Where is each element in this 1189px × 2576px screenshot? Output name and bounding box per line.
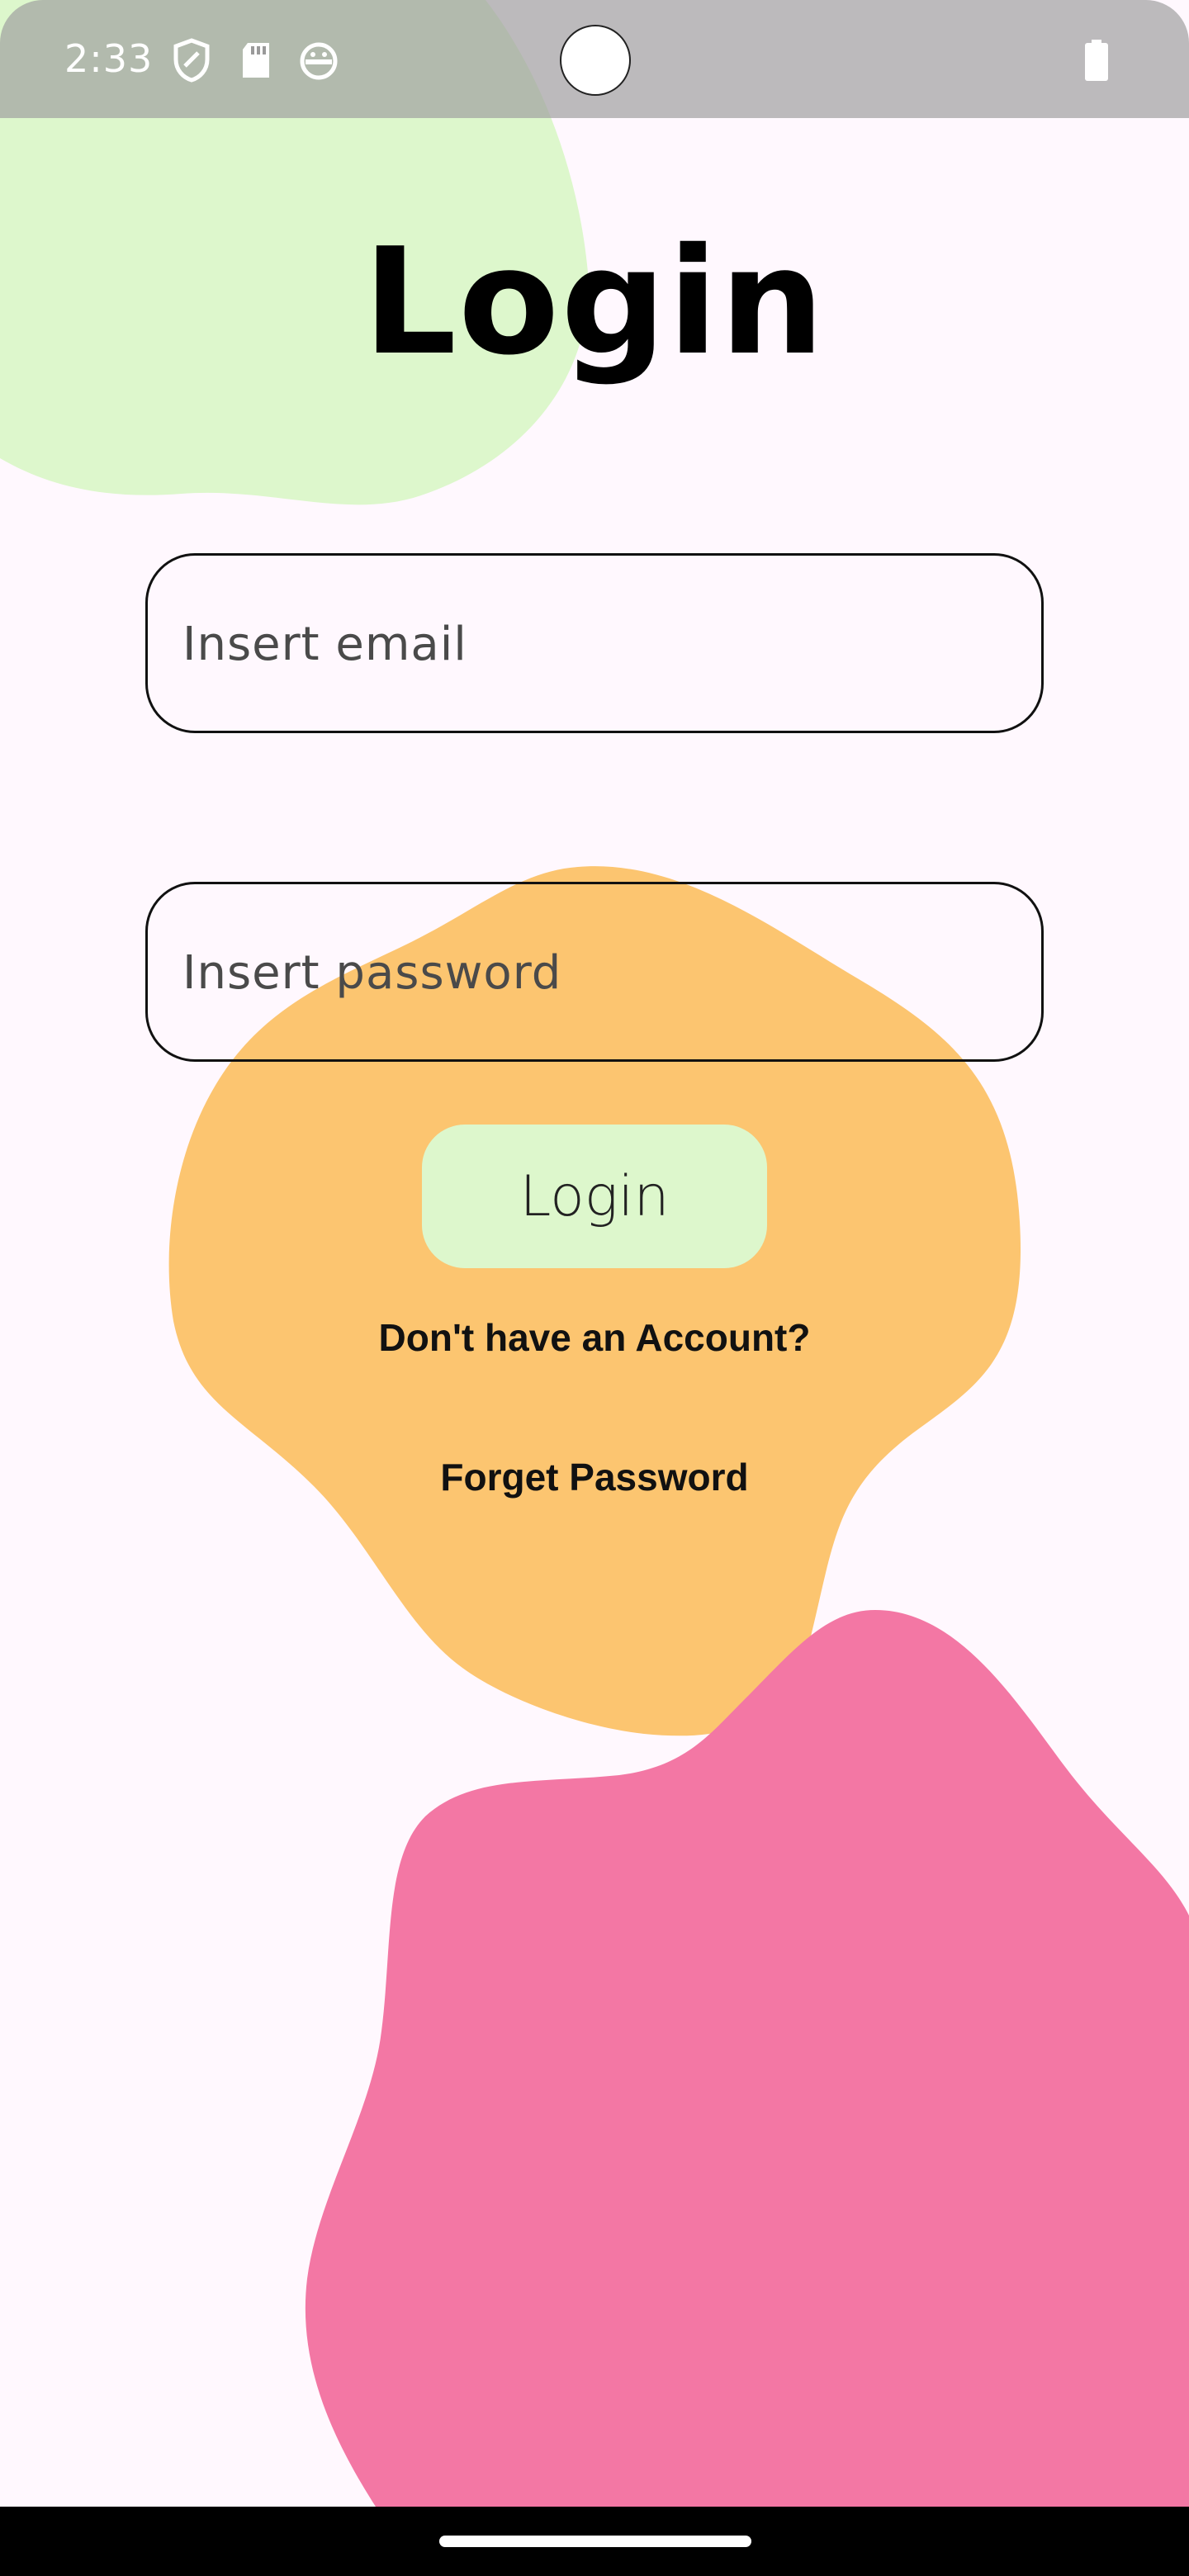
status-time: 2:33	[64, 36, 154, 81]
forgot-password-link[interactable]: Forget Password	[0, 1455, 1189, 1499]
email-input[interactable]	[181, 556, 1010, 732]
sd-card-icon	[243, 43, 269, 78]
camera-cutout	[560, 25, 631, 96]
shield-icon	[173, 38, 210, 83]
password-input[interactable]	[181, 884, 1010, 1061]
email-field[interactable]	[145, 553, 1044, 733]
page-title: Login	[362, 216, 827, 387]
pink-blob	[305, 1610, 1189, 2507]
android-face-icon	[300, 42, 338, 80]
home-indicator[interactable]	[439, 2536, 751, 2547]
signup-link[interactable]: Don't have an Account?	[0, 1315, 1189, 1360]
password-field[interactable]	[145, 882, 1044, 1062]
status-bar: 2:33	[0, 0, 1189, 118]
login-button[interactable]: Login	[422, 1125, 767, 1268]
battery-icon	[1085, 40, 1108, 81]
